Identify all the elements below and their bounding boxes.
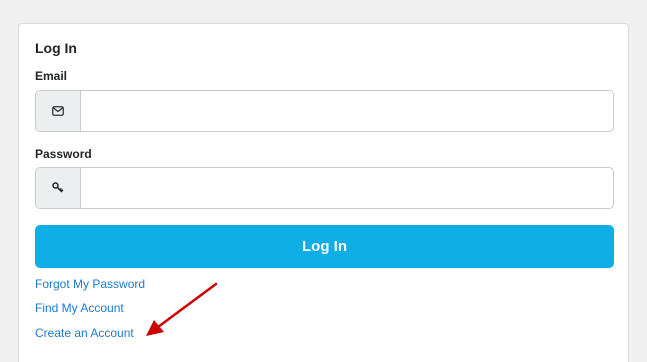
password-label: Password [35, 147, 92, 161]
red-arrow-icon [146, 282, 218, 336]
password-input-group [35, 167, 614, 209]
create-account-link[interactable]: Create an Account [35, 326, 134, 340]
find-account-link[interactable]: Find My Account [35, 301, 124, 315]
forgot-password-link[interactable]: Forgot My Password [35, 277, 145, 291]
password-field[interactable] [81, 168, 613, 208]
envelope-icon [36, 91, 81, 131]
email-input-group [35, 90, 614, 132]
email-label: Email [35, 69, 68, 83]
page: Log In Email Password Log In Forgot My P… [0, 0, 647, 362]
email-field[interactable] [81, 91, 613, 131]
key-icon [36, 168, 81, 208]
login-card: Log In Email Password Log In Forgot My P… [18, 23, 629, 362]
login-title: Log In [35, 40, 77, 56]
login-button[interactable]: Log In [35, 225, 614, 268]
